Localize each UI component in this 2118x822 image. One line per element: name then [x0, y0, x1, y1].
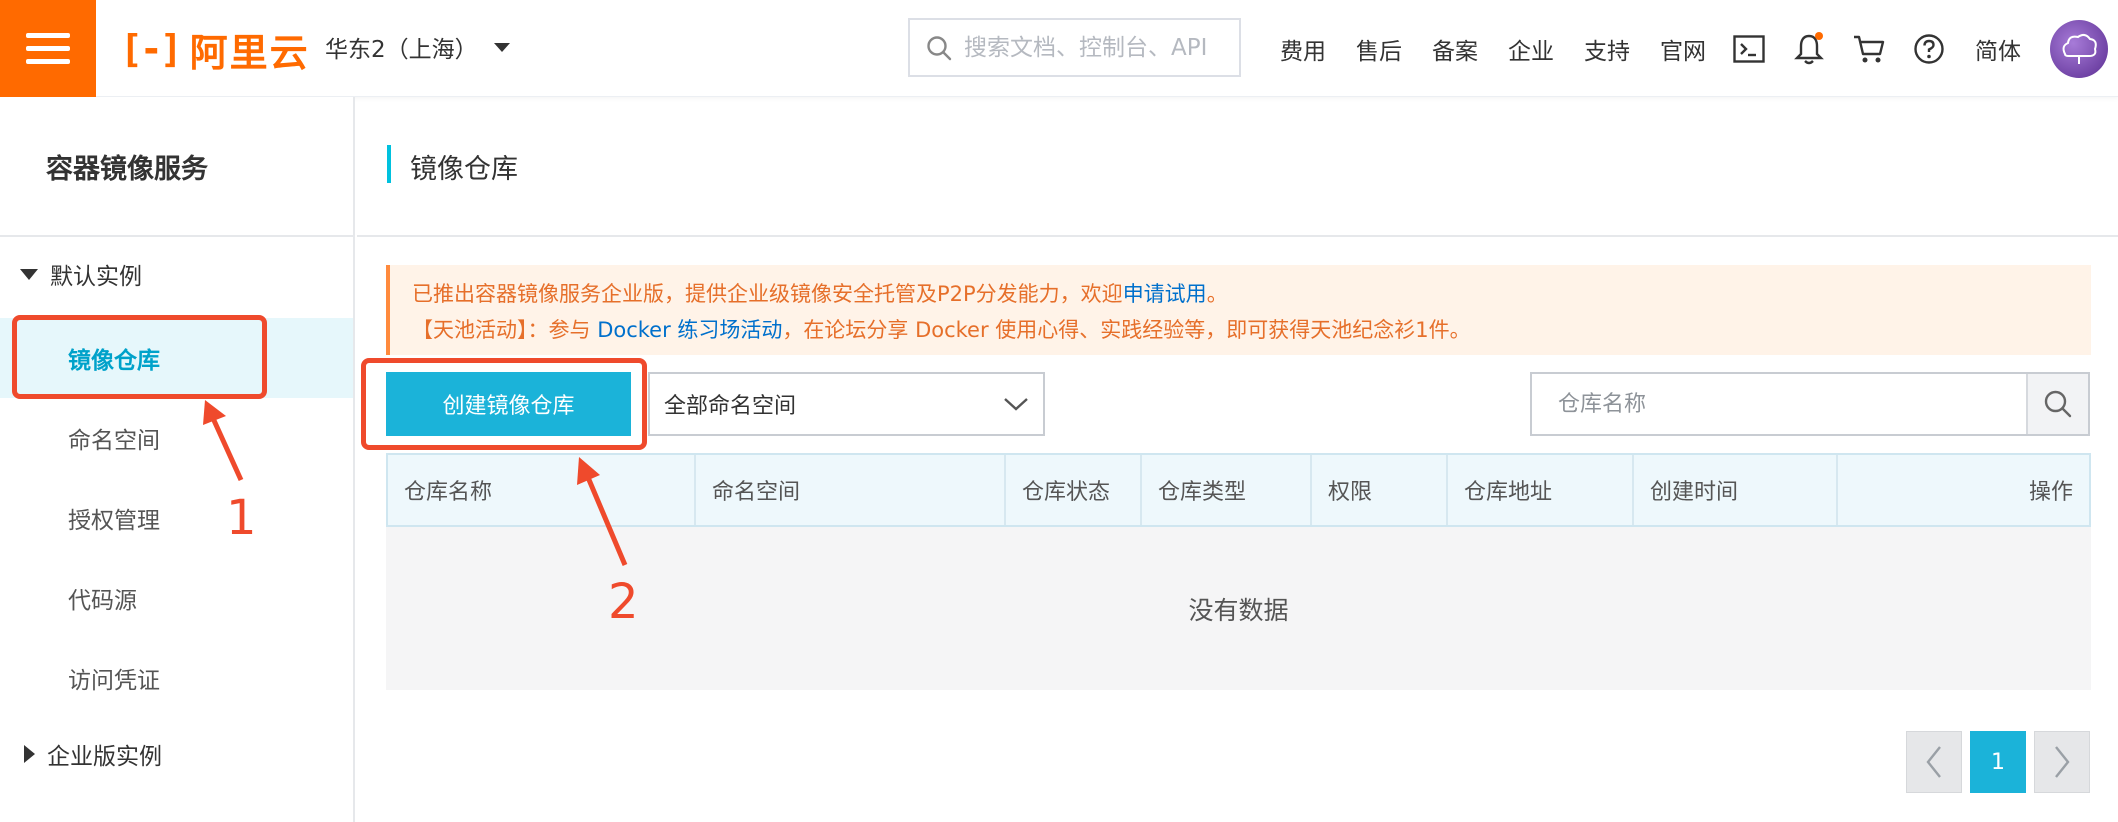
search-icon: [2044, 390, 2072, 418]
sidebar-group-label: 默认实例: [50, 264, 142, 290]
notice-line-2: 【天池活动】：参与 Docker 练习场活动，在论坛分享 Docker 使用心得…: [412, 312, 2091, 348]
sidebar-item-namespaces[interactable]: 命名空间: [0, 398, 353, 478]
nav-link-fees[interactable]: 费用: [1280, 32, 1326, 66]
repo-table: 仓库名称 命名空间 仓库状态 仓库类型 权限 仓库地址 创建时间 操作 没有数据: [386, 453, 2091, 690]
nav-link-enterprise[interactable]: 企业: [1508, 32, 1554, 66]
namespace-select-value: 全部命名空间: [664, 394, 797, 419]
nav-link-support[interactable]: 支持: [1584, 32, 1630, 66]
sidebar-item-label: 访问凭证: [68, 668, 160, 694]
column-header-permission: 权限: [1312, 455, 1448, 525]
page-header: 镜像仓库: [357, 97, 2118, 237]
column-header-repo-address: 仓库地址: [1448, 455, 1634, 525]
menu-icon-line: [26, 46, 70, 51]
top-nav-links: 费用 售后 备案 企业 支持 官网: [1280, 0, 1736, 97]
sidebar-group-default-instance[interactable]: 默认实例: [20, 257, 142, 291]
aliyun-logo-icon: [-]: [120, 27, 183, 71]
chevron-left-icon: [1926, 746, 1941, 778]
notice-line-1: 已推出容器镜像服务企业版，提供企业级镜像安全托管及P2P分发能力，欢迎申请试用。: [412, 276, 2091, 312]
sidebar-item-label: 代码源: [68, 588, 137, 614]
column-header-created-time: 创建时间: [1634, 455, 1838, 525]
sidebar-group-enterprise-instance[interactable]: 企业版实例: [24, 737, 162, 771]
sidebar: 容器镜像服务 默认实例 镜像仓库 命名空间 授权管理 代码源 访问凭证 企业版实…: [0, 97, 355, 822]
namespace-select[interactable]: 全部命名空间: [648, 372, 1045, 436]
sidebar-group-label: 企业版实例: [47, 744, 162, 770]
sidebar-item-image-repos[interactable]: 镜像仓库: [0, 318, 353, 398]
search-icon: [927, 35, 952, 60]
menu-icon-line: [26, 33, 70, 38]
notice-text: 【天池活动】：参与: [412, 318, 598, 342]
pagination-prev-button[interactable]: [1906, 731, 1962, 793]
help-icon[interactable]: [1910, 30, 1948, 68]
terminal-icon[interactable]: [1730, 30, 1768, 68]
page-title: 镜像仓库: [410, 154, 518, 185]
hamburger-menu-button[interactable]: [0, 0, 96, 97]
sidebar-item-label: 命名空间: [68, 428, 160, 454]
table-header: 仓库名称 命名空间 仓库状态 仓库类型 权限 仓库地址 创建时间 操作: [386, 453, 2091, 527]
annotation-label-2: 2: [608, 574, 639, 630]
column-header-actions: 操作: [2028, 480, 2073, 505]
region-label: 华东2（上海）: [325, 37, 478, 63]
sidebar-item-access-credentials[interactable]: 访问凭证: [0, 638, 353, 718]
apply-trial-link[interactable]: 申请试用: [1123, 282, 1207, 306]
sidebar-title: 容器镜像服务: [0, 97, 353, 237]
notice-text: 已推出容器镜像服务企业版，提供企业级镜像安全托管及P2P分发能力，欢迎: [412, 282, 1123, 306]
docker-playground-link[interactable]: Docker 练习场活动: [597, 318, 782, 342]
triangle-right-icon: [24, 745, 35, 763]
create-image-repo-button[interactable]: 创建镜像仓库: [386, 372, 631, 436]
user-avatar[interactable]: [2050, 20, 2108, 78]
title-accent-bar: [387, 145, 391, 183]
global-search-input[interactable]: [964, 34, 1214, 61]
column-header-repo-type: 仓库类型: [1142, 455, 1312, 525]
sidebar-item-code-source[interactable]: 代码源: [0, 558, 353, 638]
repo-search: [1530, 372, 2090, 436]
aliyun-logo[interactable]: [-] 阿里云: [120, 26, 310, 75]
aliyun-logo-text: 阿里云: [189, 30, 310, 75]
sidebar-item-label: 镜像仓库: [68, 348, 160, 374]
nav-link-after-sales[interactable]: 售后: [1356, 32, 1402, 66]
menu-icon-line: [26, 59, 70, 64]
top-nav-icons: [1730, 0, 1948, 97]
global-search: [908, 18, 1241, 77]
pagination-next-button[interactable]: [2034, 731, 2090, 793]
caret-down-icon: [493, 42, 510, 52]
notice-text: ，在论坛分享 Docker 使用心得、实践经验等，即可获得天池纪念衫1件。: [782, 318, 1471, 342]
pagination-page-1[interactable]: 1: [1970, 731, 2026, 793]
language-switch[interactable]: 简体: [1975, 32, 2021, 66]
chevron-right-icon: [2055, 746, 2070, 778]
column-header-repo-name: 仓库名称: [388, 455, 696, 525]
notice-banner: 已推出容器镜像服务企业版，提供企业级镜像安全托管及P2P分发能力，欢迎申请试用。…: [386, 265, 2091, 355]
nav-link-official-site[interactable]: 官网: [1660, 32, 1706, 66]
bell-icon[interactable]: [1790, 30, 1828, 68]
sidebar-item-label: 授权管理: [68, 508, 160, 534]
nav-link-icp-filing[interactable]: 备案: [1432, 32, 1478, 66]
cart-icon[interactable]: [1850, 30, 1888, 68]
repo-name-search-input[interactable]: [1532, 374, 2026, 434]
table-empty-state: 没有数据: [386, 527, 2091, 690]
sidebar-item-authorization[interactable]: 授权管理: [0, 478, 353, 558]
chevron-down-icon: [1004, 398, 1028, 411]
notice-text-end: 。: [1206, 282, 1228, 306]
column-header-repo-status: 仓库状态: [1006, 455, 1142, 525]
triangle-down-icon: [20, 268, 38, 280]
column-header-namespace: 命名空间: [696, 455, 1006, 525]
annotation-label-1: 1: [226, 490, 257, 546]
top-navbar: [-] 阿里云 华东2（上海） 费用 售后 备案 企业 支持 官网: [0, 0, 2118, 97]
repo-search-button[interactable]: [2026, 374, 2088, 434]
avatar-icon: [2062, 33, 2097, 64]
region-selector[interactable]: 华东2（上海）: [325, 30, 510, 64]
